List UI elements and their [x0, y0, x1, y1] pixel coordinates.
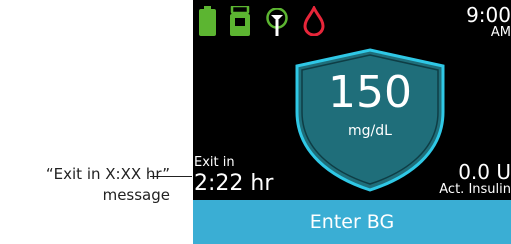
callout-line-2: message [102, 186, 170, 204]
glucose-unit: mg/dL [348, 123, 392, 139]
active-insulin-value: 0.0 U [458, 160, 511, 184]
exit-label: Exit in [194, 155, 235, 170]
callout-text: “Exit in X:XX hr” message [0, 164, 170, 206]
pump-screen: 9:00 AM 150 mg/dL Exit in 2:22 hr 0.0 U … [193, 0, 511, 244]
antenna-icon [266, 8, 288, 36]
glucose-value: 150 [328, 67, 412, 118]
exit-time: 2:22 hr [194, 171, 274, 196]
insulin-cartridge-icon [230, 6, 250, 36]
battery-icon [199, 6, 216, 36]
enter-bg-button[interactable]: Enter BG [193, 200, 511, 244]
clock-ampm: AM [490, 25, 511, 40]
active-insulin-label: Act. Insulin [439, 182, 511, 197]
blood-drop-icon [303, 6, 325, 36]
callout-leader-line [150, 176, 192, 177]
clock-time: 9:00 [466, 3, 511, 27]
callout-line-1: “Exit in X:XX hr” [45, 165, 170, 183]
